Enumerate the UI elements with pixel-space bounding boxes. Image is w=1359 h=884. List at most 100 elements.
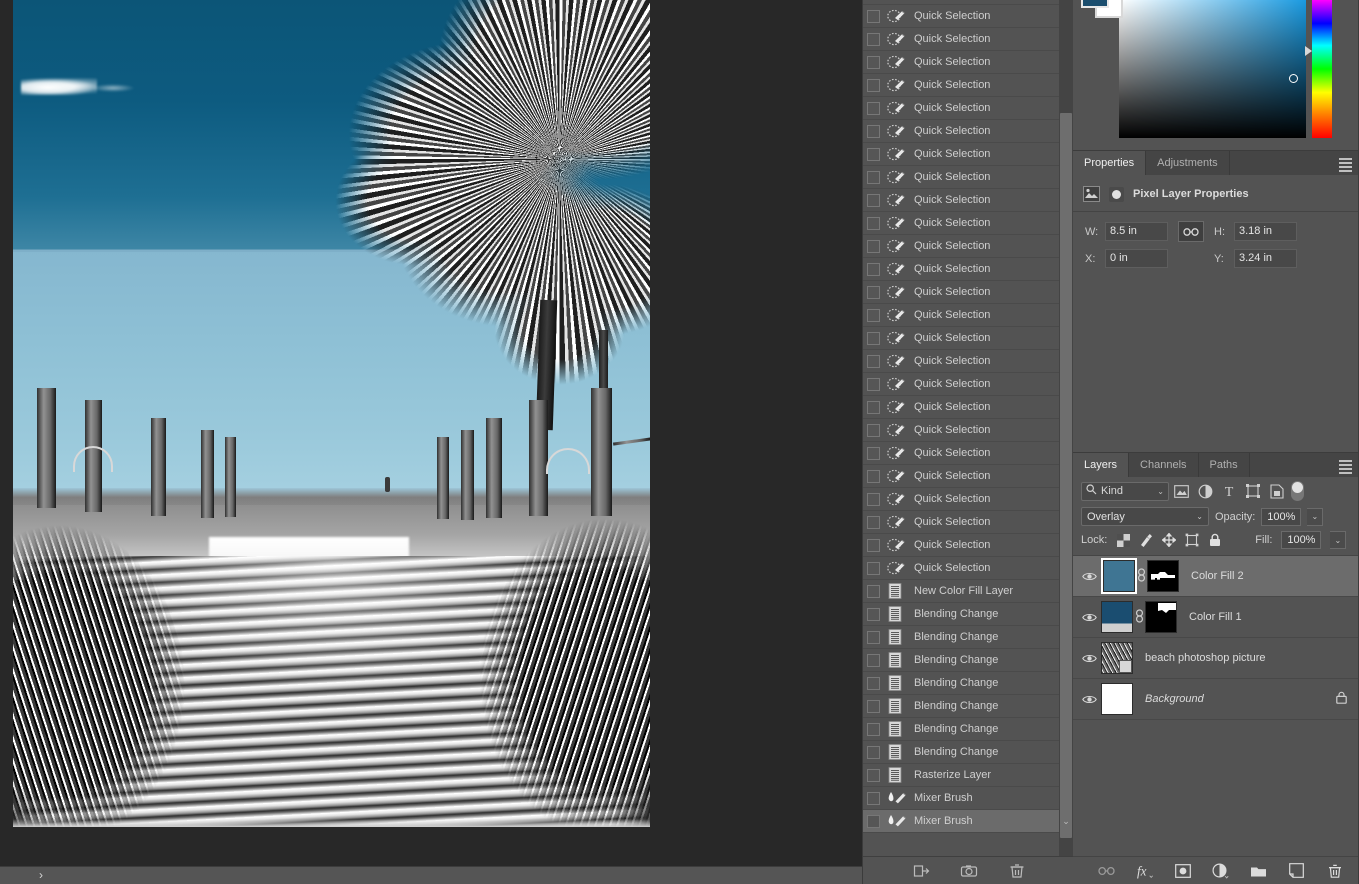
history-snapshot-checkbox[interactable] — [867, 630, 880, 644]
layer-mask-thumbnail[interactable] — [1145, 601, 1177, 633]
history-snapshot-checkbox[interactable] — [867, 538, 880, 552]
new-layer-icon[interactable] — [1288, 862, 1305, 879]
history-state-row[interactable]: Blending Change — [863, 672, 1060, 695]
lock-transparent-pixels-icon[interactable] — [1116, 533, 1130, 547]
history-state-row[interactable]: Quick Selection — [863, 235, 1060, 258]
history-state-row[interactable]: Quick Selection — [863, 396, 1060, 419]
history-state-row[interactable]: Quick Selection — [863, 212, 1060, 235]
link-layers-icon[interactable] — [1098, 862, 1115, 879]
history-snapshot-checkbox[interactable] — [867, 446, 880, 460]
history-snapshot-checkbox[interactable] — [867, 768, 880, 782]
history-state-row[interactable]: Mixer Brush — [863, 787, 1060, 810]
y-input[interactable]: 3.24 in — [1234, 249, 1297, 268]
new-group-folder-icon[interactable] — [1250, 862, 1267, 879]
tab-adjustments[interactable]: Adjustments — [1146, 151, 1230, 175]
history-snapshot-checkbox[interactable] — [867, 9, 880, 23]
history-snapshot-checkbox[interactable] — [867, 147, 880, 161]
history-state-row[interactable]: Quick Selection — [863, 120, 1060, 143]
layer-list[interactable]: Color Fill 2 Color Fill 1 beach photoshop … — [1073, 555, 1359, 720]
delete-state-trash-icon[interactable] — [1008, 862, 1026, 880]
saturation-brightness-field[interactable] — [1119, 0, 1306, 138]
history-state-row[interactable]: Quick Selection — [863, 327, 1060, 350]
collapsed-panel-bar[interactable] — [0, 866, 862, 884]
color-swatches[interactable] — [1081, 0, 1127, 26]
history-snapshot-checkbox[interactable] — [867, 699, 880, 713]
history-snapshot-checkbox[interactable] — [867, 32, 880, 46]
new-snapshot-camera-icon[interactable] — [960, 862, 978, 880]
history-state-row[interactable]: Quick Selection — [863, 5, 1060, 28]
link-dimensions-icon[interactable] — [1178, 221, 1204, 242]
history-state-row[interactable]: Quick Selection — [863, 281, 1060, 304]
layers-panel-menu-icon[interactable] — [1339, 460, 1352, 474]
history-state-row[interactable]: Quick Selection — [863, 465, 1060, 488]
filter-kind-select[interactable]: Kind ⌄ — [1081, 481, 1169, 501]
history-state-row[interactable]: Quick Selection — [863, 97, 1060, 120]
history-state-row[interactable]: New Color Fill Layer — [863, 580, 1060, 603]
filter-enable-toggle[interactable] — [1291, 481, 1304, 501]
history-state-row[interactable]: Quick Selection — [863, 511, 1060, 534]
mask-link-chain-icon[interactable] — [1133, 608, 1145, 626]
new-document-from-state-icon[interactable] — [912, 862, 930, 880]
layer-row[interactable]: beach photoshop picture — [1073, 638, 1359, 679]
history-scrollbar-track[interactable]: ⌄ — [1059, 0, 1073, 856]
history-snapshot-checkbox[interactable] — [867, 584, 880, 598]
expand-panel-chevron-icon[interactable]: › — [33, 868, 49, 882]
document-area[interactable]: › — [0, 0, 862, 884]
smart-object-filter-icon[interactable] — [1265, 481, 1289, 501]
history-list[interactable]: Quick Selection Quick Selection Quick Sele… — [863, 0, 1060, 838]
history-state-row[interactable]: Rasterize Layer — [863, 764, 1060, 787]
history-state-row[interactable]: Quick Selection — [863, 304, 1060, 327]
history-state-row[interactable]: Blending Change — [863, 741, 1060, 764]
blend-mode-select[interactable]: Overlay ⌄ — [1081, 507, 1209, 526]
history-snapshot-checkbox[interactable] — [867, 515, 880, 529]
history-snapshot-checkbox[interactable] — [867, 722, 880, 736]
adjustment-filter-icon[interactable] — [1193, 481, 1217, 501]
history-state-row[interactable]: Quick Selection — [863, 373, 1060, 396]
width-input[interactable]: 8.5 in — [1105, 222, 1168, 241]
history-state-row[interactable]: Blending Change — [863, 695, 1060, 718]
image-canvas[interactable] — [13, 0, 650, 827]
layer-style-fx-icon[interactable]: fx — [1136, 862, 1153, 879]
type-filter-icon[interactable]: T — [1217, 481, 1241, 501]
history-snapshot-checkbox[interactable] — [867, 239, 880, 253]
new-adjustment-layer-icon[interactable] — [1212, 862, 1229, 879]
lock-all-icon[interactable] — [1208, 533, 1222, 547]
layer-thumbnail[interactable] — [1101, 642, 1133, 674]
history-snapshot-checkbox[interactable] — [867, 607, 880, 621]
history-snapshot-checkbox[interactable] — [867, 124, 880, 138]
history-state-row[interactable]: Quick Selection — [863, 557, 1060, 580]
history-snapshot-checkbox[interactable] — [867, 492, 880, 506]
history-snapshot-checkbox[interactable] — [867, 676, 880, 690]
height-input[interactable]: 3.18 in — [1234, 222, 1297, 241]
layer-row[interactable]: Background — [1073, 679, 1359, 720]
pixel-filter-icon[interactable] — [1169, 481, 1193, 501]
layer-row[interactable]: Color Fill 1 — [1073, 597, 1359, 638]
opacity-input[interactable]: 100% — [1261, 507, 1302, 526]
layer-thumbnail[interactable] — [1101, 601, 1133, 633]
history-state-row[interactable]: Quick Selection — [863, 419, 1060, 442]
fill-input[interactable]: 100% — [1281, 531, 1322, 549]
color-picker-marker[interactable] — [1289, 74, 1298, 83]
lock-image-pixels-icon[interactable] — [1139, 533, 1153, 547]
tab-layers[interactable]: Layers — [1073, 453, 1130, 477]
history-state-row[interactable]: Quick Selection — [863, 442, 1060, 465]
layer-thumbnail[interactable] — [1101, 683, 1133, 715]
lock-artboard-icon[interactable] — [1185, 533, 1199, 547]
history-state-row[interactable]: Quick Selection — [863, 28, 1060, 51]
history-snapshot-checkbox[interactable] — [867, 55, 880, 69]
history-snapshot-checkbox[interactable] — [867, 193, 880, 207]
opacity-stepper-icon[interactable]: ⌄ — [1307, 507, 1324, 526]
delete-layer-trash-icon[interactable] — [1326, 862, 1343, 879]
shape-filter-icon[interactable] — [1241, 481, 1265, 501]
history-state-row[interactable]: Blending Change — [863, 649, 1060, 672]
history-snapshot-checkbox[interactable] — [867, 331, 880, 345]
add-layer-mask-icon[interactable] — [1174, 862, 1191, 879]
history-state-row[interactable]: Quick Selection — [863, 189, 1060, 212]
mask-link-chain-icon[interactable] — [1135, 567, 1147, 585]
history-state-row[interactable]: Quick Selection — [863, 143, 1060, 166]
history-state-row[interactable]: Quick Selection — [863, 534, 1060, 557]
history-state-row[interactable]: Quick Selection — [863, 166, 1060, 189]
history-snapshot-checkbox[interactable] — [867, 814, 880, 828]
history-snapshot-checkbox[interactable] — [867, 745, 880, 759]
history-snapshot-checkbox[interactable] — [867, 354, 880, 368]
